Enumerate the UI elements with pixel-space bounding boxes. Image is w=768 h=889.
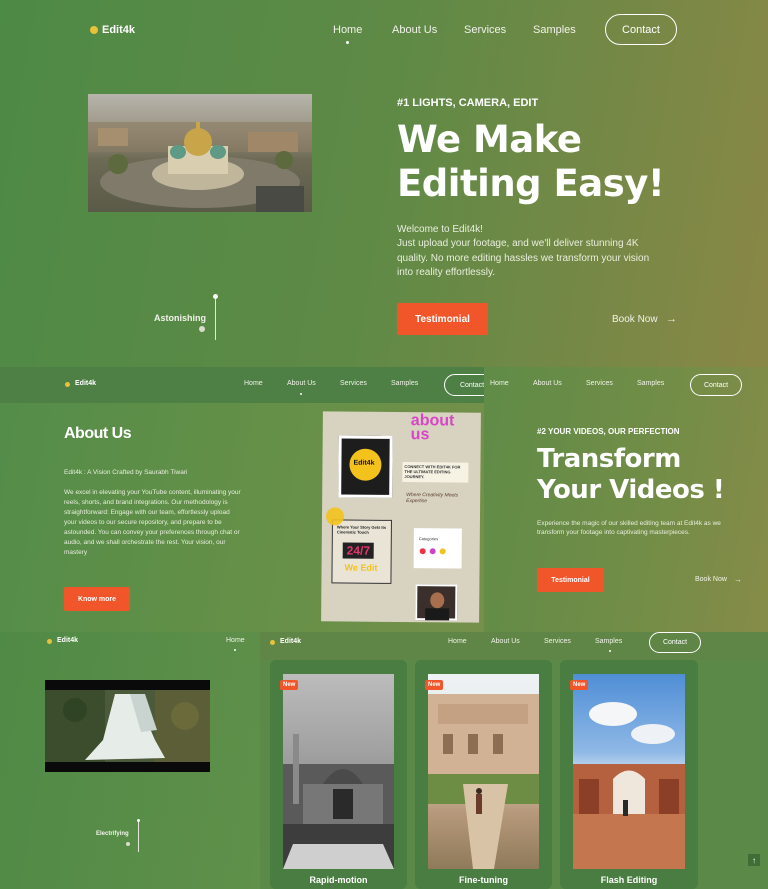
samples-panel: Edit4k Home About Us Services Samples Co… bbox=[260, 632, 768, 889]
transform-headline-line1: Transform bbox=[537, 444, 681, 474]
arrow-right-icon[interactable]: → bbox=[666, 313, 677, 325]
collage-portrait bbox=[415, 584, 458, 621]
nav-services[interactable]: Services bbox=[340, 380, 367, 387]
new-badge: New bbox=[570, 680, 589, 690]
nav-active-dot bbox=[300, 393, 302, 395]
scroll-label: Electrifying bbox=[96, 831, 129, 837]
hero-panel: Edit4k Home About Us Services Samples Co… bbox=[0, 0, 768, 367]
scroll-top-dot bbox=[213, 294, 218, 299]
about-collage: about us Edit4k CONNECT WITH EDIT4K FOR … bbox=[321, 411, 481, 623]
card-title: Rapid-motion bbox=[309, 875, 368, 885]
logo-dot bbox=[270, 640, 275, 645]
nav-about[interactable]: About Us bbox=[491, 638, 520, 645]
nav-services[interactable]: Services bbox=[544, 638, 571, 645]
fort-photo bbox=[428, 674, 539, 869]
hero-welcome: Welcome to Edit4k! bbox=[397, 224, 483, 235]
new-badge: New bbox=[425, 680, 444, 690]
nav-services[interactable]: Services bbox=[464, 24, 506, 36]
nav-home[interactable]: Home bbox=[490, 380, 509, 387]
logo-dot bbox=[47, 639, 52, 644]
collage-categories-card: Categories bbox=[413, 528, 462, 569]
scroll-label: Astonishing bbox=[154, 313, 206, 323]
collage-logo-card: Edit4k bbox=[338, 435, 393, 498]
collage-story-card: Where Your Story Gets Its Cinematic Touc… bbox=[331, 519, 392, 584]
video-panel: Edit4k Home Electrifying bbox=[0, 632, 260, 889]
nav-services[interactable]: Services bbox=[586, 380, 613, 387]
contact-button[interactable]: Contact bbox=[444, 374, 484, 396]
logo[interactable]: Edit4k bbox=[280, 638, 301, 645]
contact-button[interactable]: Contact bbox=[605, 14, 677, 45]
arrow-right-icon[interactable]: → bbox=[734, 575, 742, 584]
know-more-button[interactable]: Know more bbox=[64, 587, 130, 611]
nav-about[interactable]: About Us bbox=[533, 380, 562, 387]
back-to-top-button[interactable]: ↑ bbox=[748, 854, 760, 866]
scroll-indicator-dot bbox=[199, 326, 205, 332]
nav-samples[interactable]: Samples bbox=[391, 380, 418, 387]
hero-intro: Just upload your footage, and we'll deli… bbox=[397, 238, 650, 278]
nav-about[interactable]: About Us bbox=[287, 380, 316, 387]
collage-title: about us bbox=[410, 412, 455, 444]
scroll-line bbox=[215, 296, 216, 340]
scroll-top-dot bbox=[137, 819, 140, 822]
logo-dot bbox=[65, 382, 70, 387]
collage-quote: Where Creativity Meets Expertise bbox=[406, 492, 459, 505]
collage-logo: Edit4k bbox=[353, 459, 375, 467]
nav-samples[interactable]: Samples bbox=[637, 380, 664, 387]
book-now-link[interactable]: Book Now bbox=[612, 314, 658, 325]
nav-home[interactable]: Home bbox=[448, 638, 467, 645]
nav-home[interactable]: Home bbox=[333, 24, 362, 36]
sample-card[interactable]: New Flash Editing bbox=[560, 660, 698, 889]
nav-about[interactable]: About Us bbox=[392, 24, 437, 36]
cathedral-photo bbox=[88, 94, 312, 212]
logo[interactable]: Edit4k bbox=[57, 637, 78, 644]
collage-connect-note: CONNECT WITH EDIT4K FOR THE ULTIMATE EDI… bbox=[402, 462, 469, 483]
nav-home[interactable]: Home bbox=[244, 380, 263, 387]
transform-paragraph: Experience the magic of our skilled edit… bbox=[537, 520, 721, 537]
nav-samples[interactable]: Samples bbox=[595, 638, 622, 645]
sample-card[interactable]: New Fine-tuning bbox=[415, 660, 552, 889]
nav-home[interactable]: Home bbox=[226, 637, 245, 644]
waterfall-video[interactable] bbox=[45, 680, 210, 772]
hero-headline-line1: We Make bbox=[397, 118, 582, 161]
scroll-line bbox=[138, 820, 139, 852]
about-paragraph: We excel in elevating your YouTube conte… bbox=[64, 489, 241, 557]
hero-kicker: #1 LIGHTS, CAMERA, EDIT bbox=[397, 97, 539, 109]
nav-active-dot bbox=[234, 649, 236, 651]
new-badge: New bbox=[280, 680, 299, 690]
contact-button[interactable]: Contact bbox=[649, 632, 701, 653]
tomb-photo bbox=[573, 674, 685, 869]
mosque-photo bbox=[283, 674, 394, 869]
hero-headline-line2: Editing Easy! bbox=[397, 162, 665, 205]
testimonial-button[interactable]: Testimonial bbox=[397, 303, 488, 335]
logo[interactable]: Edit4k bbox=[102, 24, 135, 36]
about-panel: Edit4k Home About Us Services Samples Co… bbox=[0, 367, 484, 632]
logo[interactable]: Edit4k bbox=[75, 380, 96, 387]
arrow-up-icon: ↑ bbox=[752, 855, 756, 865]
about-subtitle: Edit4k : A Vision Crafted by Saurabh Tiw… bbox=[64, 469, 188, 476]
nav-active-dot bbox=[346, 41, 349, 44]
card-title: Fine-tuning bbox=[459, 875, 508, 885]
contact-button[interactable]: Contact bbox=[690, 374, 742, 396]
nav-samples[interactable]: Samples bbox=[533, 24, 576, 36]
transform-panel: Home About Us Services Samples Contact #… bbox=[484, 367, 768, 632]
transform-kicker: #2 YOUR VIDEOS, OUR PERFECTION bbox=[537, 427, 680, 436]
transform-headline-line2: Your Videos ! bbox=[537, 475, 725, 505]
scroll-indicator-dot bbox=[126, 842, 130, 846]
logo-dot bbox=[90, 26, 98, 34]
testimonial-button[interactable]: Testimonial bbox=[537, 568, 604, 592]
nav-active-dot bbox=[609, 650, 611, 652]
about-title: About Us bbox=[64, 425, 132, 442]
card-title: Flash Editing bbox=[600, 875, 658, 885]
sample-card[interactable]: New Rapid-motion bbox=[270, 660, 407, 889]
book-now-link[interactable]: Book Now bbox=[695, 576, 727, 583]
